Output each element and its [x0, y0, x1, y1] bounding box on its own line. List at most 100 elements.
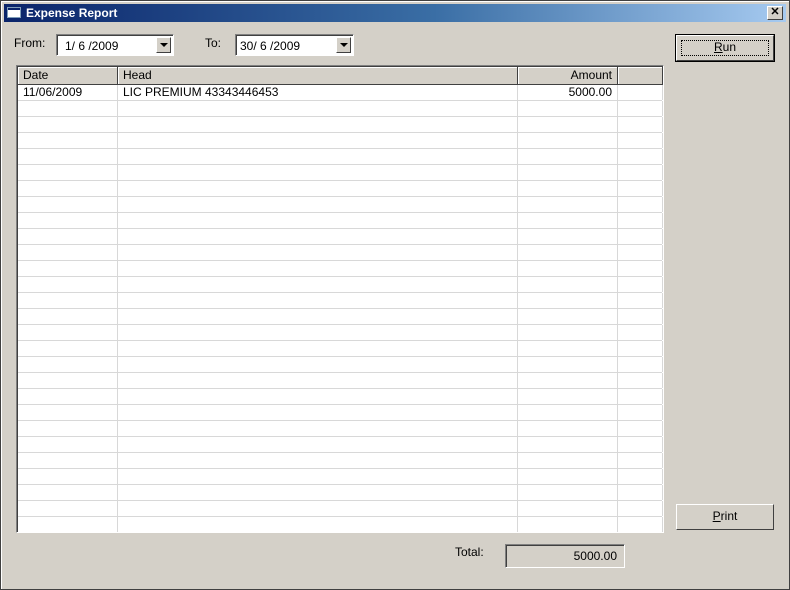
table-row[interactable] — [18, 229, 663, 245]
table-cell — [518, 165, 618, 180]
table-cell — [518, 277, 618, 292]
table-cell — [618, 133, 663, 148]
table-row[interactable] — [18, 149, 663, 165]
table-row[interactable] — [18, 277, 663, 293]
table-cell — [118, 357, 518, 372]
table-row[interactable] — [18, 245, 663, 261]
table-row[interactable] — [18, 309, 663, 325]
table-cell: LIC PREMIUM 43343446453 — [118, 85, 518, 100]
column-header-head[interactable]: Head — [118, 67, 518, 85]
table-cell — [518, 213, 618, 228]
table-row[interactable] — [18, 389, 663, 405]
table-row[interactable] — [18, 181, 663, 197]
table-row[interactable] — [18, 437, 663, 453]
from-dropdown-arrow-icon[interactable] — [156, 37, 171, 53]
table-cell — [18, 165, 118, 180]
table-cell — [18, 181, 118, 196]
table-cell — [118, 341, 518, 356]
table-row[interactable] — [18, 165, 663, 181]
table-cell — [518, 101, 618, 116]
table-cell — [518, 325, 618, 340]
table-row[interactable] — [18, 293, 663, 309]
table-cell — [618, 213, 663, 228]
to-date-value: 30/ 6 /2009 — [240, 39, 301, 53]
table-cell — [518, 373, 618, 388]
table-cell — [518, 469, 618, 484]
table-cell — [118, 197, 518, 212]
table-cell — [518, 309, 618, 324]
table-row[interactable] — [18, 261, 663, 277]
table-cell — [518, 453, 618, 468]
table-cell — [618, 165, 663, 180]
print-button[interactable]: Print — [676, 504, 774, 530]
table-cell — [518, 229, 618, 244]
table-row[interactable]: 11/06/2009 LIC PREMIUM 43343446453 5000.00 — [18, 85, 663, 101]
table-cell — [518, 341, 618, 356]
table-row[interactable] — [18, 405, 663, 421]
table-cell — [118, 389, 518, 404]
table-cell — [118, 181, 518, 196]
table-cell — [18, 469, 118, 484]
table-cell — [118, 229, 518, 244]
table-cell — [618, 261, 663, 276]
from-date-picker[interactable]: 1/ 6 /2009 — [56, 34, 174, 56]
table-cell — [618, 277, 663, 292]
table-cell — [618, 117, 663, 132]
table-cell — [18, 245, 118, 260]
table-cell — [618, 245, 663, 260]
close-button[interactable]: ✕ — [767, 6, 783, 20]
table-cell — [18, 261, 118, 276]
table-row[interactable] — [18, 133, 663, 149]
from-date-value: 1/ 6 /2009 — [65, 39, 119, 53]
table-row[interactable] — [18, 485, 663, 501]
table-row[interactable] — [18, 101, 663, 117]
table-cell — [18, 485, 118, 500]
table-row[interactable] — [18, 357, 663, 373]
table-row[interactable] — [18, 517, 663, 532]
expense-grid[interactable]: Date Head Amount 11/06/2009 LIC PREMIUM 4… — [16, 65, 664, 533]
table-cell — [518, 197, 618, 212]
table-cell — [18, 453, 118, 468]
table-cell — [18, 341, 118, 356]
table-cell — [18, 373, 118, 388]
run-button[interactable]: Run — [675, 34, 775, 62]
to-dropdown-arrow-icon[interactable] — [336, 37, 351, 53]
table-cell — [618, 485, 663, 500]
column-header-date[interactable]: Date — [18, 67, 118, 85]
table-cell — [118, 373, 518, 388]
title-bar[interactable]: Expense Report ✕ — [4, 4, 786, 22]
table-row[interactable] — [18, 421, 663, 437]
table-row[interactable] — [18, 197, 663, 213]
table-cell — [518, 293, 618, 308]
table-cell — [118, 101, 518, 116]
table-row[interactable] — [18, 373, 663, 389]
table-cell — [518, 149, 618, 164]
table-cell — [618, 389, 663, 404]
table-cell — [18, 277, 118, 292]
table-cell — [518, 405, 618, 420]
column-header-extra[interactable] — [618, 67, 663, 85]
table-row[interactable] — [18, 117, 663, 133]
table-row[interactable] — [18, 469, 663, 485]
table-row[interactable] — [18, 341, 663, 357]
to-label: To: — [205, 36, 222, 50]
table-cell — [18, 421, 118, 436]
table-row[interactable] — [18, 325, 663, 341]
close-icon: ✕ — [770, 6, 780, 18]
table-cell — [618, 501, 663, 516]
table-cell: 11/06/2009 — [18, 85, 118, 100]
table-cell — [618, 101, 663, 116]
table-row[interactable] — [18, 213, 663, 229]
table-row[interactable] — [18, 453, 663, 469]
table-cell — [118, 149, 518, 164]
table-cell — [618, 197, 663, 212]
table-cell — [618, 293, 663, 308]
table-cell: 5000.00 — [518, 85, 618, 100]
table-cell — [618, 341, 663, 356]
table-cell — [118, 213, 518, 228]
table-row[interactable] — [18, 501, 663, 517]
table-cell — [618, 373, 663, 388]
column-header-amount[interactable]: Amount — [518, 67, 618, 85]
table-cell — [118, 309, 518, 324]
to-date-picker[interactable]: 30/ 6 /2009 — [235, 34, 354, 56]
